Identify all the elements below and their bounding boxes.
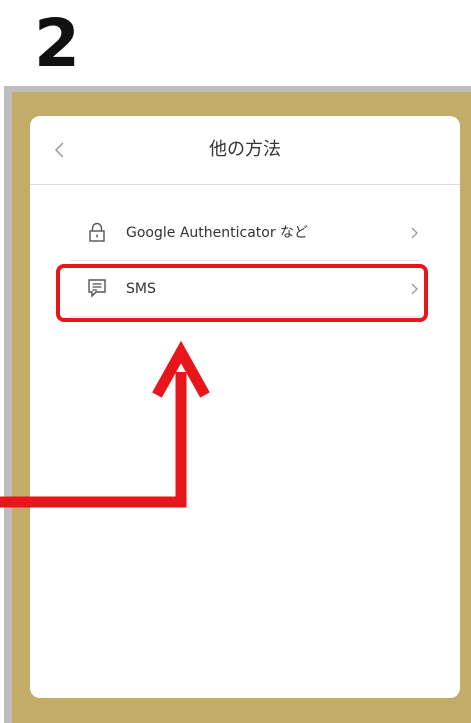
lock-icon	[89, 222, 105, 242]
method-item-authenticator[interactable]: Google Authenticator など	[70, 206, 420, 261]
method-label: Google Authenticator など	[126, 225, 309, 241]
sms-highlight-box	[56, 264, 428, 322]
tutorial-page: 2 他の方法 Google Authenticator など SMS	[0, 0, 471, 723]
step-number: 2	[34, 5, 80, 82]
pointer-arrow-icon	[0, 340, 210, 508]
chevron-right-icon	[411, 227, 418, 239]
nav-header: 他の方法	[30, 116, 460, 185]
page-title: 他の方法	[209, 139, 281, 160]
